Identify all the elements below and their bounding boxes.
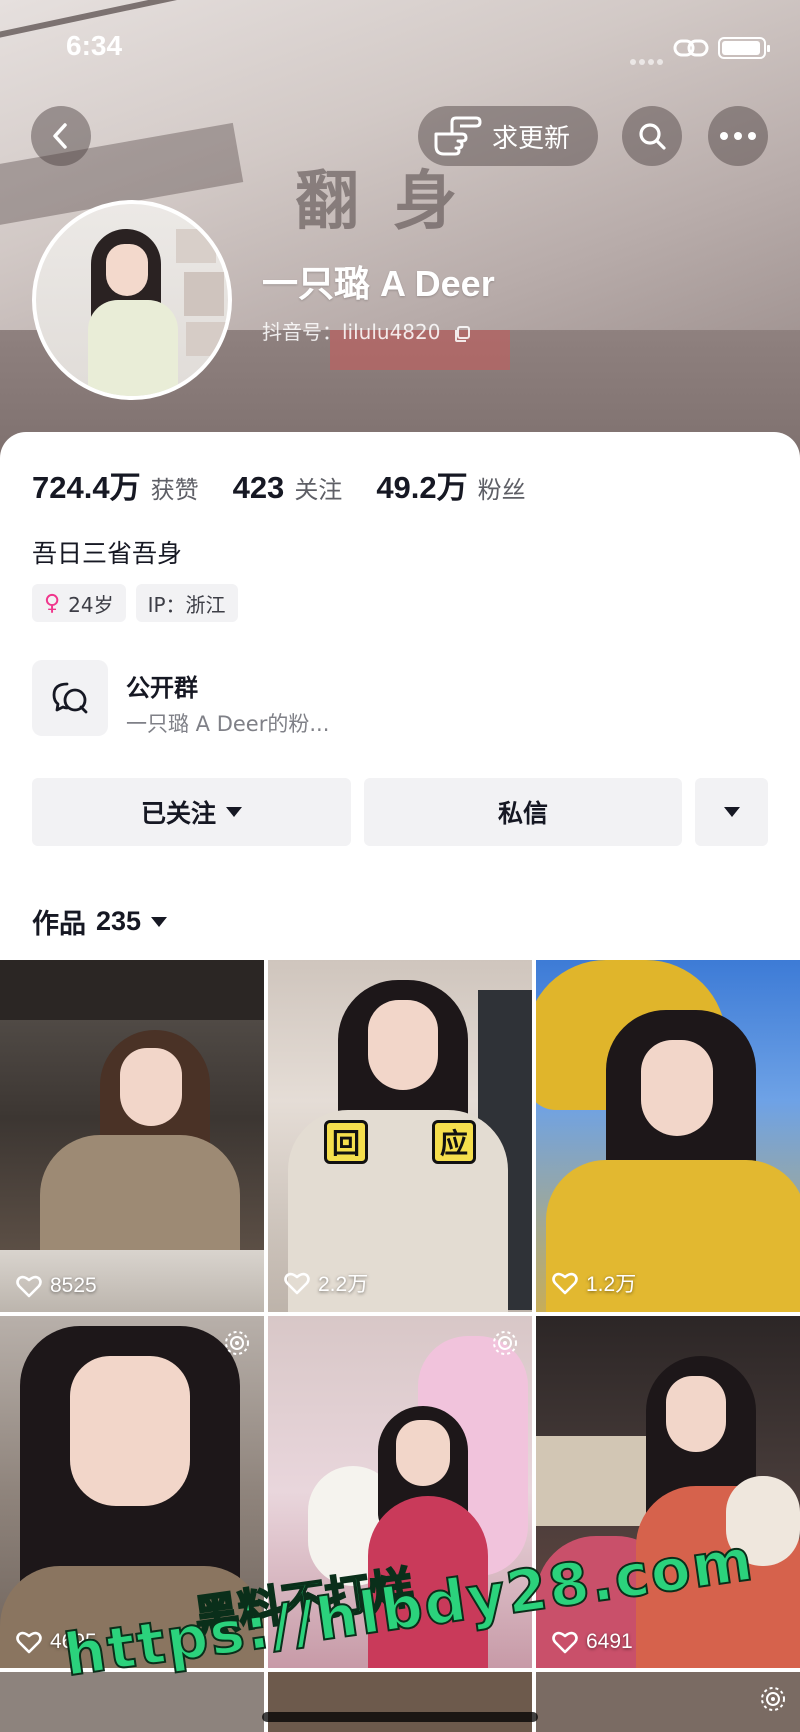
- search-button[interactable]: [622, 106, 682, 166]
- heart-icon: [16, 1275, 42, 1298]
- profile-tags: ♀ 24岁 IP：浙江: [32, 584, 248, 622]
- caret-down-icon: [723, 807, 740, 817]
- female-icon: ♀: [44, 590, 61, 616]
- stat-label: 获赞: [150, 476, 199, 504]
- person-face: [666, 1376, 726, 1452]
- message-label: 私信: [497, 799, 548, 828]
- stat-label: 粉丝: [477, 476, 526, 504]
- dot-icon: [748, 132, 756, 140]
- video-thumbnail[interactable]: [0, 1672, 264, 1732]
- person-face: [396, 1420, 450, 1486]
- avatar-frame: [184, 272, 224, 316]
- group-title[interactable]: 公开群: [126, 668, 198, 703]
- video-thumbnail[interactable]: 回 应 2.2万: [268, 960, 532, 1312]
- dot-icon: [720, 132, 728, 140]
- live-photo-icon: [225, 1331, 249, 1355]
- live-photo-icon: [493, 1331, 517, 1355]
- ceiling: [0, 960, 264, 1020]
- group-chat-button[interactable]: [32, 660, 108, 736]
- home-indicator[interactable]: [262, 1712, 538, 1722]
- heart-icon: [284, 1272, 310, 1295]
- dot-icon: [734, 132, 742, 140]
- ip-text: IP：浙江: [147, 592, 226, 617]
- douyin-id[interactable]: 抖音号：lilulu4820: [262, 316, 471, 345]
- avatar-frame: [176, 229, 216, 263]
- live-photo-icon: [761, 1687, 785, 1711]
- heart-icon: [16, 1631, 42, 1654]
- video-likes: 6491: [552, 1630, 633, 1654]
- message-button[interactable]: 私信: [364, 778, 682, 846]
- person-face: [368, 1000, 438, 1090]
- chair: [536, 1436, 656, 1526]
- signal-icon: [630, 50, 670, 65]
- request-update-label: 求更新: [492, 123, 571, 154]
- age-tag: ♀ 24岁: [32, 584, 126, 622]
- more-actions-dropdown[interactable]: [695, 778, 768, 846]
- works-label: 作品: [32, 909, 86, 940]
- reply-badge-right: 应: [432, 1120, 476, 1164]
- battery-icon: [718, 37, 770, 59]
- profile-actions: 已关注 私信: [32, 778, 768, 846]
- person-face: [70, 1356, 190, 1506]
- video-likes: 2.2万: [284, 1268, 368, 1298]
- copy-icon[interactable]: [453, 325, 471, 343]
- stat-value: 423: [232, 470, 285, 505]
- following-button[interactable]: 已关注: [32, 778, 351, 846]
- avatar[interactable]: [32, 200, 232, 400]
- profile-nickname: 一只璐 A Deer: [262, 263, 495, 304]
- stat-value: 724.4万: [32, 470, 141, 505]
- back-button[interactable]: [31, 106, 91, 166]
- reply-badge-left: 回: [324, 1120, 368, 1164]
- likes-count: 6491: [586, 1630, 633, 1653]
- video-thumbnail[interactable]: [536, 1672, 800, 1732]
- ip-tag: IP：浙江: [135, 584, 238, 622]
- status-time: 6:34: [66, 30, 123, 61]
- caret-down-icon: [151, 916, 168, 927]
- chevron-left-icon: [53, 123, 67, 149]
- profile-bio: 吾日三省吾身: [32, 539, 183, 568]
- video-thumbnail[interactable]: 1.2万: [536, 960, 800, 1312]
- heart-icon: [552, 1272, 578, 1295]
- heart-icon: [552, 1631, 578, 1654]
- following-label: 已关注: [140, 799, 216, 828]
- video-thumbnail[interactable]: [268, 1672, 532, 1732]
- stat-following[interactable]: 423 关注: [233, 470, 343, 506]
- stat-label: 关注: [294, 476, 343, 504]
- pointing-hand-icon: [434, 116, 482, 156]
- request-update-button[interactable]: 求更新: [418, 106, 598, 166]
- group-description: 一只璐 A Deer的粉...: [126, 712, 330, 736]
- likes-count: 1.2万: [586, 1273, 637, 1296]
- more-options-button[interactable]: [708, 106, 768, 166]
- works-tab[interactable]: 作品 235: [32, 902, 168, 941]
- person-face: [120, 1048, 182, 1126]
- video-likes: 8525: [16, 1274, 97, 1298]
- likes-count: 8525: [50, 1274, 97, 1297]
- search-icon: [639, 123, 666, 150]
- works-count: 235: [96, 906, 142, 936]
- person-face: [641, 1040, 713, 1136]
- profile-stats: 724.4万 获赞 423 关注 49.2万 粉丝: [32, 462, 560, 507]
- chat-bubbles-icon: [52, 682, 88, 714]
- link-icon: [673, 39, 709, 57]
- age-text: 24岁: [68, 592, 114, 617]
- douyin-id-text: 抖音号：lilulu4820: [262, 320, 441, 344]
- stat-followers[interactable]: 49.2万 粉丝: [376, 462, 525, 507]
- likes-count: 2.2万: [318, 1273, 369, 1296]
- video-likes: 1.2万: [552, 1268, 636, 1298]
- video-thumbnail[interactable]: 8525: [0, 960, 264, 1312]
- caret-down-icon: [226, 807, 242, 817]
- status-bar: 6:34: [0, 0, 800, 96]
- stat-value: 49.2万: [376, 470, 468, 505]
- avatar-face: [106, 244, 148, 296]
- stat-likes[interactable]: 724.4万 获赞: [32, 462, 199, 507]
- avatar-frame: [186, 322, 226, 356]
- avatar-body: [88, 300, 178, 396]
